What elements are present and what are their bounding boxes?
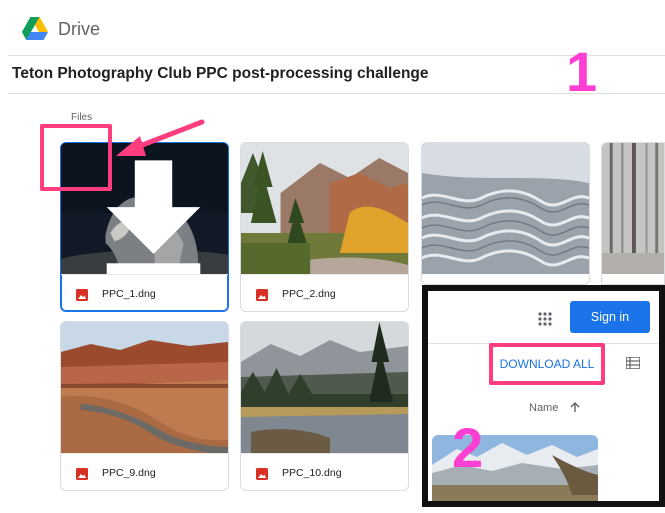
file-card-ice[interactable] [421, 142, 590, 285]
screenshot-root: Drive Teton Photography Club PPC post-pr… [0, 0, 665, 513]
image-file-icon [76, 468, 88, 480]
file-card-footer: PPC_10.dng [241, 453, 408, 490]
download-all-button[interactable]: DOWNLOAD ALL [489, 343, 605, 385]
image-file-icon [256, 289, 268, 301]
file-name: PPC_1.dng [102, 288, 156, 300]
list-view-icon[interactable] [626, 357, 640, 369]
file-thumbnail[interactable] [61, 322, 228, 453]
arrow-up-icon[interactable] [569, 401, 581, 413]
file-card-ppc-9[interactable]: PPC_9.dng [60, 321, 229, 491]
file-name: PPC_9.dng [102, 467, 156, 479]
file-card-forest[interactable] [601, 142, 665, 285]
file-card-footer: PPC_1.dng [61, 274, 228, 311]
file-card-footer: PPC_2.dng [241, 274, 408, 311]
folder-title: Teton Photography Club PPC post-processi… [12, 65, 429, 82]
app-name: Drive [58, 19, 101, 39]
step-number-1: 1 [566, 40, 598, 103]
image-file-icon [76, 289, 88, 301]
file-name: PPC_10.dng [282, 467, 342, 479]
image-file-icon [256, 468, 268, 480]
name-column-header[interactable]: Name [529, 402, 558, 414]
step-number-2: 2 [452, 416, 484, 479]
sign-in-button[interactable]: Sign in [570, 301, 650, 333]
file-thumbnail[interactable] [422, 143, 589, 274]
download-highlight-box [40, 124, 112, 191]
file-thumbnail[interactable] [602, 143, 664, 274]
file-thumbnail[interactable] [241, 143, 408, 274]
file-card-footer: PPC_9.dng [61, 453, 228, 490]
apps-grid-icon[interactable] [538, 312, 552, 326]
file-card-ppc-10[interactable]: PPC_10.dng [240, 321, 409, 491]
file-thumbnail[interactable] [241, 322, 408, 453]
file-card-ppc-2[interactable]: PPC_2.dng [240, 142, 409, 312]
file-name: PPC_2.dng [282, 288, 336, 300]
google-drive-icon[interactable] [22, 17, 48, 41]
files-section-label: Files [71, 112, 93, 123]
pointer-arrow-icon [116, 119, 205, 156]
